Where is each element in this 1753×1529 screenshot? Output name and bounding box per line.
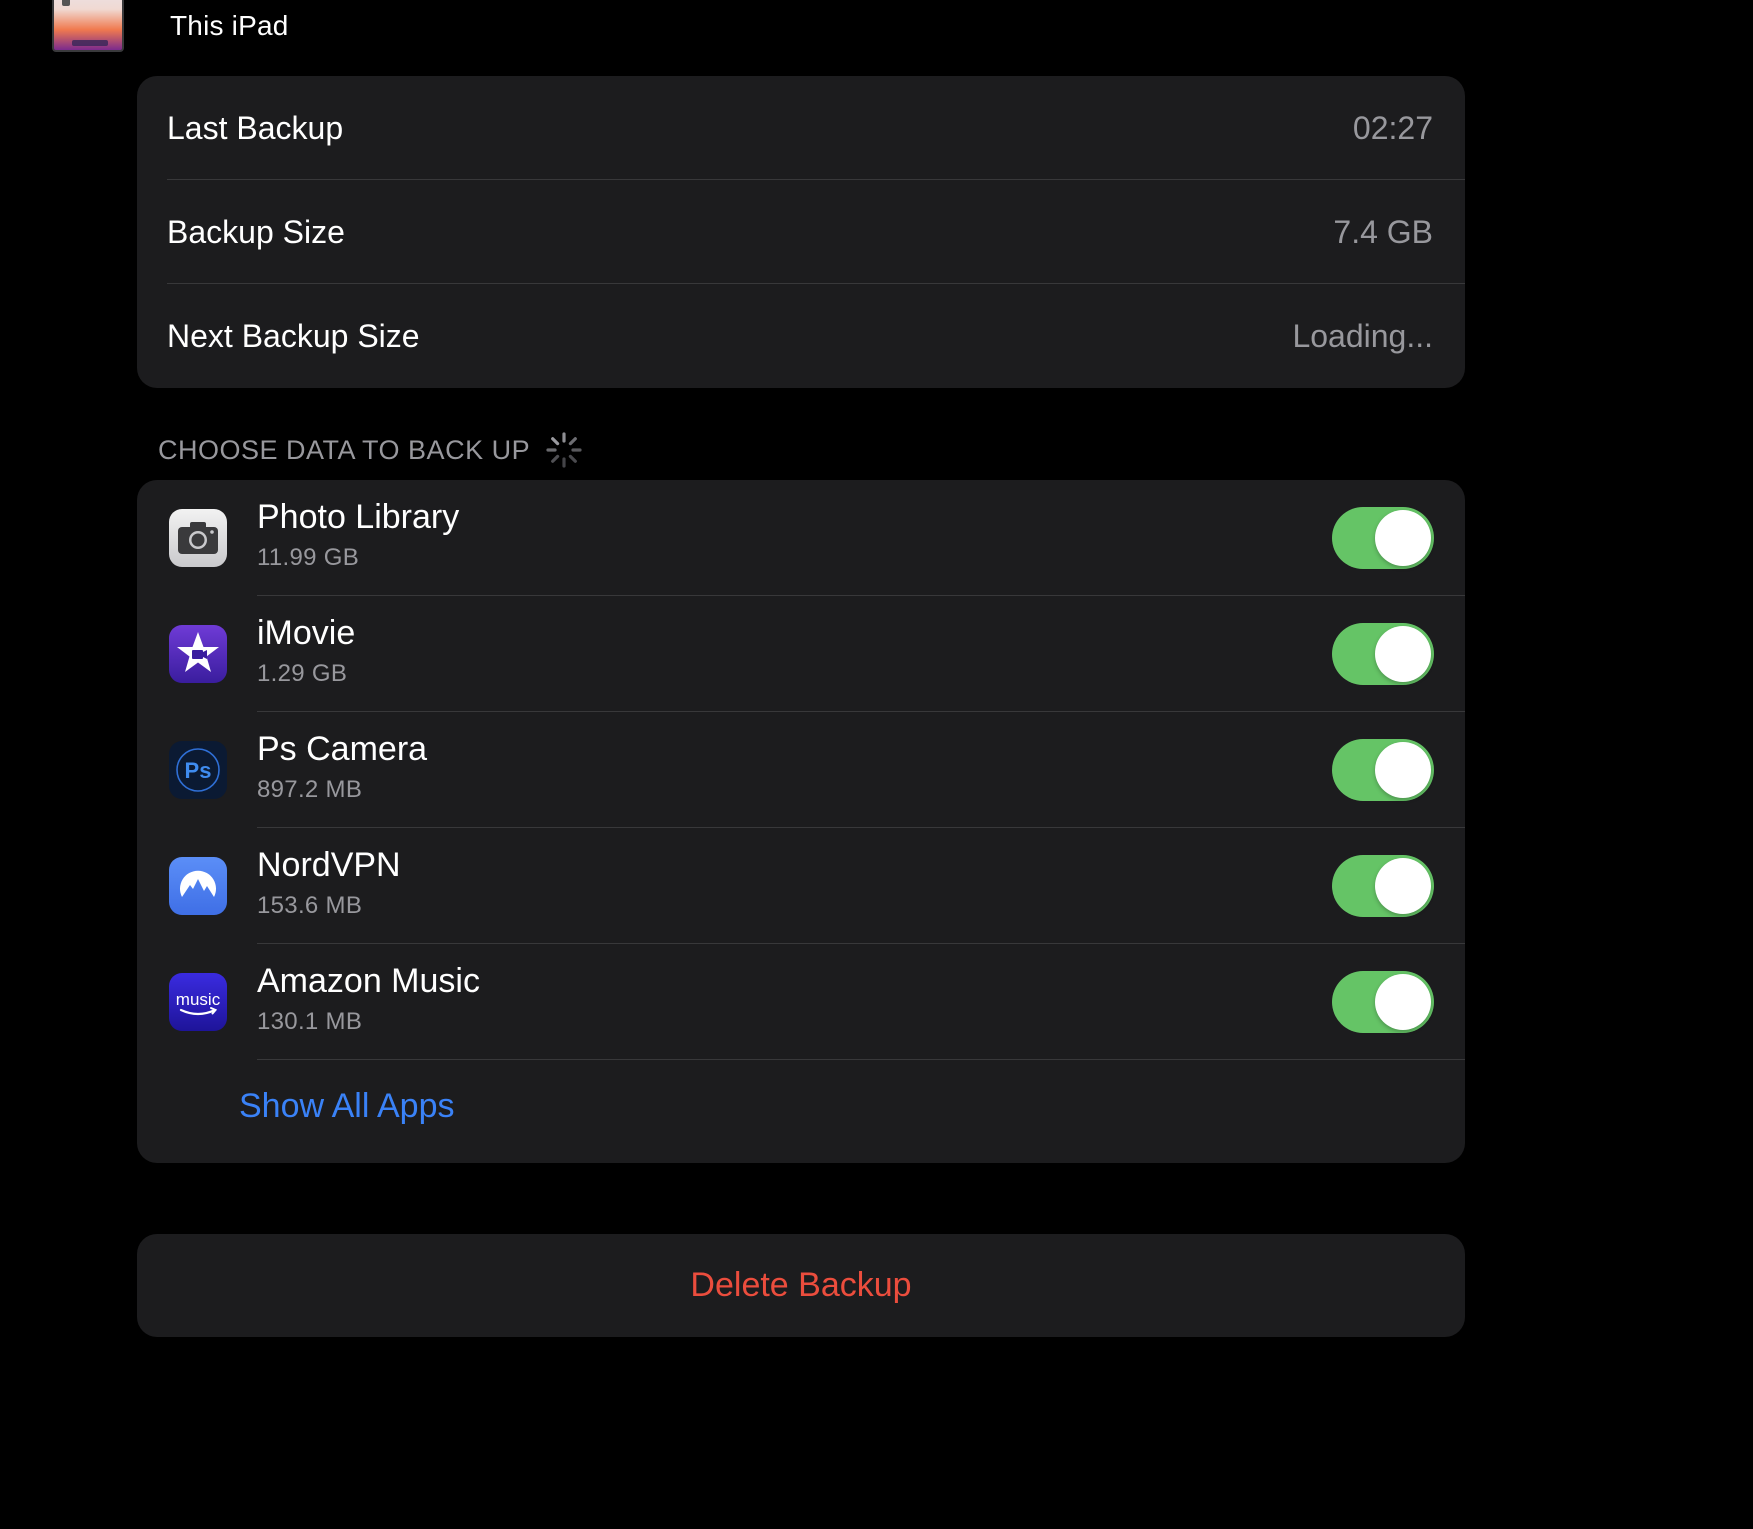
choose-data-card: Photo Library 11.99 GB iMovie 1.29 GB Ps…: [137, 480, 1465, 1163]
app-name: Photo Library: [257, 498, 460, 536]
amazon-music-icon: music: [169, 973, 227, 1031]
ps-camera-icon: Ps: [169, 741, 227, 799]
app-row-imovie: iMovie 1.29 GB: [137, 596, 1465, 712]
delete-backup-button[interactable]: Delete Backup: [137, 1234, 1465, 1337]
app-row-photo-library: Photo Library 11.99 GB: [137, 480, 1465, 596]
camera-icon: [169, 509, 227, 567]
last-backup-label: Last Backup: [167, 109, 344, 146]
last-backup-row: Last Backup 02:27: [137, 76, 1465, 180]
app-row-nordvpn: NordVPN 153.6 MB: [137, 828, 1465, 944]
imovie-star-icon: [169, 625, 227, 683]
imovie-toggle[interactable]: [1332, 623, 1434, 685]
photo-library-toggle[interactable]: [1332, 507, 1434, 569]
app-size: 11.99 GB: [257, 544, 360, 571]
ps-camera-toggle[interactable]: [1332, 739, 1434, 801]
backup-info-card: Last Backup 02:27 Backup Size 7.4 GB Nex…: [137, 76, 1465, 388]
delete-backup-label: Delete Backup: [690, 1266, 912, 1304]
music-icon-text: music: [176, 990, 221, 1009]
device-name: This iPad: [170, 10, 289, 41]
app-name: NordVPN: [257, 846, 401, 884]
app-row-amazon-music: music Amazon Music 130.1 MB: [137, 944, 1465, 1060]
backup-size-label: Backup Size: [167, 213, 345, 250]
app-size: 130.1 MB: [257, 1008, 363, 1035]
app-name: iMovie: [257, 614, 356, 652]
backup-size-value: 7.4 GB: [1333, 213, 1433, 250]
ipad-thumbnail-icon: [52, 0, 124, 52]
next-backup-size-label: Next Backup Size: [167, 317, 420, 354]
app-name: Amazon Music: [257, 962, 480, 1000]
app-name: Ps Camera: [257, 730, 428, 768]
nordvpn-icon: [169, 857, 227, 915]
next-backup-size-value: Loading...: [1292, 317, 1433, 354]
choose-data-header-label: CHOOSE DATA TO BACK UP: [158, 434, 531, 465]
app-size: 1.29 GB: [257, 660, 348, 687]
ps-icon-text: Ps: [185, 758, 212, 783]
choose-data-section-header: CHOOSE DATA TO BACK UP: [158, 432, 584, 468]
app-size: 897.2 MB: [257, 776, 363, 803]
last-backup-value: 02:27: [1352, 109, 1433, 146]
next-backup-size-row: Next Backup Size Loading...: [137, 284, 1465, 388]
device-header: This iPad: [52, 0, 952, 54]
amazon-music-toggle[interactable]: [1332, 971, 1434, 1033]
app-row-ps-camera: Ps Ps Camera 897.2 MB: [137, 712, 1465, 828]
app-size: 153.6 MB: [257, 892, 363, 919]
backup-size-row: Backup Size 7.4 GB: [137, 180, 1465, 284]
show-all-apps-link[interactable]: Show All Apps: [239, 1087, 454, 1126]
loading-spinner-icon: [546, 432, 582, 468]
nordvpn-toggle[interactable]: [1332, 855, 1434, 917]
